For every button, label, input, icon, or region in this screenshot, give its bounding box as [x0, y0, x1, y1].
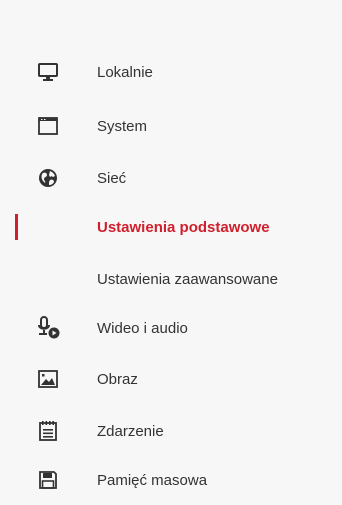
sidebar-item-obraz[interactable]: Obraz — [0, 354, 342, 404]
sidebar-item-lokalnie[interactable]: Lokalnie — [0, 47, 342, 97]
video-audio-icon — [36, 316, 60, 340]
sidebar-item-label: Wideo i audio — [97, 319, 188, 337]
monitor-icon — [36, 60, 60, 84]
sidebar-item-label: Pamięć masowa — [97, 471, 208, 489]
sidebar-item-siec[interactable]: Sieć — [0, 153, 342, 203]
sidebar-item-label: Obraz — [97, 370, 138, 388]
sidebar-item-system[interactable]: System — [0, 101, 342, 151]
sidebar-item-label: Ustawienia zaawansowane — [97, 270, 278, 288]
storage-icon — [36, 468, 60, 492]
sidebar-subitem-ustawienia-podstawowe[interactable]: Ustawienia podstawowe — [0, 202, 342, 252]
sidebar-menu: Lokalnie System Sieć Ustawienia podstawo… — [0, 0, 342, 493]
sidebar-item-wideo-i-audio[interactable]: Wideo i audio — [0, 303, 342, 353]
sidebar-item-pamiec-masowa[interactable]: Pamięć masowa — [0, 455, 342, 505]
calendar-list-icon — [36, 419, 60, 443]
sidebar-item-label: Sieć — [97, 169, 127, 187]
sidebar-item-label: System — [97, 117, 148, 135]
sidebar-item-label: Ustawienia podstawowe — [97, 218, 270, 236]
active-indicator — [15, 214, 18, 240]
image-icon — [36, 367, 60, 391]
sidebar-item-zdarzenie[interactable]: Zdarzenie — [0, 406, 342, 456]
sidebar-item-label: Lokalnie — [97, 63, 153, 81]
sidebar-item-label: Zdarzenie — [97, 422, 164, 440]
sidebar-subitem-ustawienia-zaawansowane[interactable]: Ustawienia zaawansowane — [0, 254, 342, 304]
globe-icon — [36, 166, 60, 190]
window-icon — [36, 114, 60, 138]
